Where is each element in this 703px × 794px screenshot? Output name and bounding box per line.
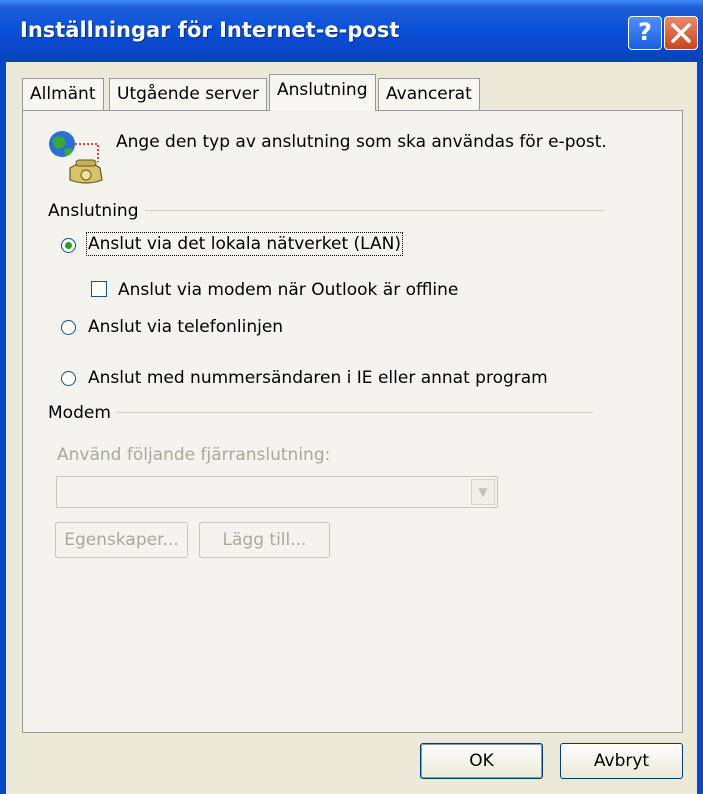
ie-dialer-radio[interactable] [61,371,76,386]
lan-radio[interactable] [61,238,76,253]
tab-utgaende-server[interactable]: Utgående server [109,78,268,110]
settings-dialog: Inställningar för Internet-e-post ? Allm… [0,0,703,794]
cancel-button[interactable]: Avbryt [560,743,683,779]
ok-button[interactable]: OK [420,743,543,779]
window-title: Inställningar för Internet-e-post [20,18,400,42]
modem-offline-label[interactable]: Anslut via modem när Outlook är offline [118,280,458,300]
modem-group-line [48,412,593,413]
ie-dialer-label[interactable]: Anslut med nummersändaren i IE eller ann… [88,368,548,388]
connection-icon [49,131,103,184]
phone-line-radio[interactable] [61,320,76,335]
lan-label[interactable]: Anslut via det lokala nätverket (LAN) [86,232,403,256]
window-frame-right [697,62,703,794]
close-icon [671,23,691,43]
anslutning-group-label: Anslutning [48,201,145,221]
tab-allmant[interactable]: Allmänt [22,78,104,110]
chevron-down-icon[interactable]: ▼ [471,479,495,505]
tab-avancerat[interactable]: Avancerat [378,78,480,110]
dialup-select[interactable]: ▼ [56,476,498,508]
help-button[interactable]: ? [628,16,662,50]
modem-offline-checkbox[interactable] [91,281,107,297]
phone-line-label[interactable]: Anslut via telefonlinjen [88,317,283,337]
add-button[interactable]: Lägg till... [199,522,330,558]
dialup-label: Använd följande fjärranslutning: [57,445,331,465]
properties-button[interactable]: Egenskaper... [55,522,188,558]
close-button[interactable] [664,16,698,50]
modem-group-label: Modem [48,403,117,423]
tab-anslutning[interactable]: Anslutning [269,74,376,111]
title-bar[interactable]: Inställningar för Internet-e-post ? [0,0,703,62]
intro-text: Ange den typ av anslutning som ska använ… [116,132,607,152]
window-frame-left [0,62,6,794]
